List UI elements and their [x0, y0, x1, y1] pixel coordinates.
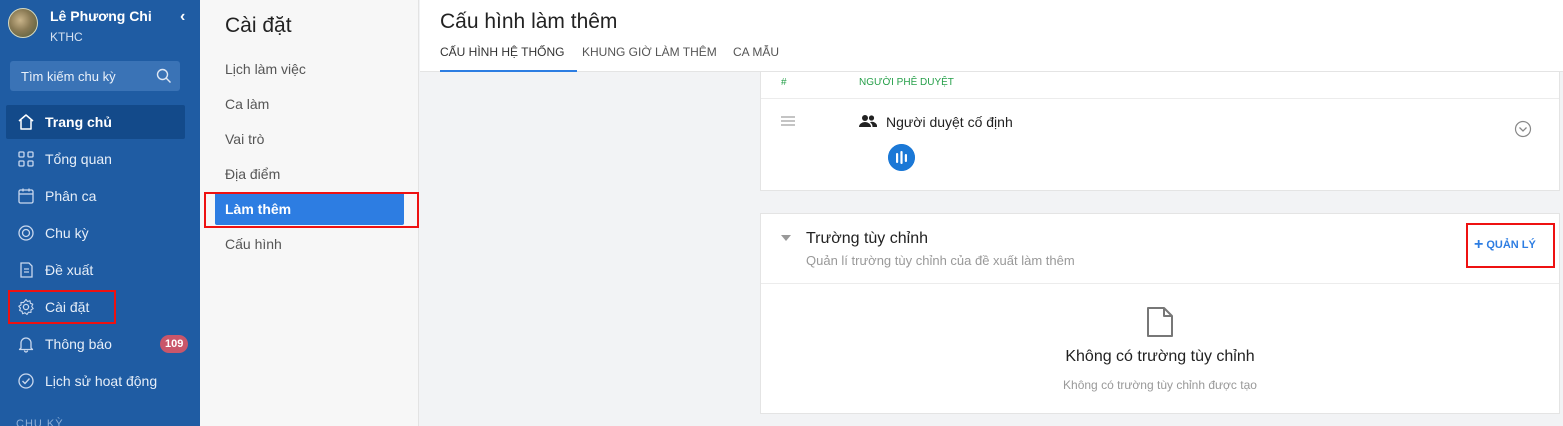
sidebar-item-tong-quan[interactable]: Tổng quan — [0, 141, 200, 178]
search-icon[interactable] — [156, 68, 172, 84]
custom-fields-subtitle: Quản lí trường tùy chỉnh của đề xuất làm… — [806, 253, 1075, 268]
sidebar-item-label: Đề xuất — [45, 262, 94, 278]
sidebar-item-label: Trang chủ — [45, 114, 112, 130]
sidebar-item-cai-dat[interactable]: Cài đặt — [0, 289, 200, 326]
tab-ca-mau[interactable]: CA MẪU — [733, 45, 779, 59]
sidebar-item-label: Cài đặt — [45, 299, 90, 315]
active-tab-indicator — [440, 70, 577, 72]
settings-item-label: Cấu hình — [225, 236, 282, 252]
sidebar-item-label: Lịch sử hoạt động — [45, 373, 158, 389]
chevron-down-icon[interactable] — [1514, 120, 1532, 138]
tab-khung-gio-lam-them[interactable]: KHUNG GIỜ LÀM THÊM — [582, 45, 717, 59]
approver-type-label: Người duyệt cố định — [886, 114, 1013, 130]
settings-item-label: Ca làm — [225, 96, 270, 112]
sidebar-item-label: Thông báo — [45, 336, 112, 352]
gear-icon — [18, 298, 34, 315]
search-input[interactable] — [10, 61, 150, 91]
sidebar-item-thong-bao[interactable]: Thông báo 109 — [0, 326, 200, 363]
people-icon — [859, 115, 877, 127]
divider — [761, 98, 1559, 99]
sidebar-item-label: Chu kỳ — [45, 225, 89, 241]
collapse-sidebar-icon[interactable]: ‹ — [180, 8, 185, 26]
sidebar: Lê Phương Chi KTHC ‹ Trang chủ Tổng quan — [0, 0, 200, 426]
sidebar-item-label: Phân ca — [45, 188, 97, 204]
custom-fields-title: Trường tùy chỉnh — [806, 230, 928, 247]
empty-document-icon — [1147, 307, 1173, 337]
notification-badge: 109 — [160, 335, 189, 353]
calendar-icon — [18, 188, 34, 204]
settings-item-vai-tro[interactable]: Vai trò — [215, 122, 404, 155]
settings-item-lich-lam-viec[interactable]: Lịch làm việc — [215, 52, 404, 85]
main-header: Cấu hình làm thêm CẤU HÌNH HỆ THỐNG KHUN… — [420, 0, 1563, 72]
sidebar-item-de-xuat[interactable]: Đề xuất — [0, 252, 200, 289]
approver-avatar-icon[interactable] — [888, 144, 915, 171]
avatar — [8, 8, 38, 38]
empty-state-title: Không có trường tùy chỉnh — [1065, 348, 1255, 365]
sidebar-item-trang-chu[interactable]: Trang chủ — [0, 104, 200, 141]
user-name: Lê Phương Chi — [50, 8, 152, 24]
document-icon — [20, 262, 33, 278]
settings-menu: Cài đặt Lịch làm việc Ca làm Vai trò Địa… — [200, 0, 419, 426]
custom-fields-card: Trường tùy chỉnh Quản lí trường tùy chỉn… — [760, 213, 1560, 414]
sidebar-item-phan-ca[interactable]: Phân ca — [0, 178, 200, 215]
sidebar-item-chu-ky[interactable]: Chu kỳ — [0, 215, 200, 252]
sidebar-section-label: CHU KỲ — [16, 418, 64, 426]
settings-item-cau-hinh[interactable]: Cấu hình — [215, 227, 404, 260]
caret-down-icon[interactable] — [781, 235, 791, 241]
settings-item-lam-them[interactable]: Làm thêm — [215, 192, 404, 225]
settings-item-dia-diem[interactable]: Địa điểm — [215, 157, 404, 190]
cycle-icon — [18, 225, 34, 241]
tab-cau-hinh-he-thong[interactable]: CẤU HÌNH HỆ THỐNG — [440, 45, 564, 59]
plus-icon: + — [1474, 236, 1484, 253]
user-profile[interactable]: Lê Phương Chi KTHC ‹ — [8, 6, 194, 46]
settings-item-label: Làm thêm — [225, 201, 292, 217]
settings-item-label: Địa điểm — [225, 166, 281, 182]
settings-item-label: Vai trò — [225, 131, 265, 147]
grid-icon — [18, 151, 34, 167]
settings-title: Cài đặt — [225, 14, 292, 37]
search-box — [10, 61, 180, 91]
settings-item-label: Lịch làm việc — [225, 61, 306, 77]
page-title: Cấu hình làm thêm — [440, 10, 618, 33]
manage-button-label: QUẢN LÝ — [1486, 239, 1536, 251]
sidebar-item-lich-su-hoat-dong[interactable]: Lịch sử hoạt động — [0, 363, 200, 400]
approvers-card: # NGƯỜI PHÊ DUYỆT Người duyệt cố định — [760, 72, 1560, 191]
sidebar-item-label: Tổng quan — [45, 151, 112, 167]
drag-handle-icon[interactable] — [781, 116, 795, 126]
manage-button[interactable]: + QUẢN LÝ — [1474, 236, 1536, 254]
column-header-approver: NGƯỜI PHÊ DUYỆT — [859, 77, 954, 88]
settings-item-ca-lam[interactable]: Ca làm — [215, 87, 404, 120]
empty-state-subtitle: Không có trường tùy chỉnh được tạo — [1063, 378, 1257, 392]
divider — [761, 283, 1559, 284]
bell-icon — [18, 337, 34, 353]
column-header-index: # — [781, 77, 787, 88]
home-icon — [18, 114, 34, 130]
user-department: KTHC — [50, 30, 83, 44]
sidebar-nav: Trang chủ Tổng quan Phân ca Chu kỳ Đề xu… — [0, 104, 200, 400]
check-circle-icon — [18, 373, 34, 389]
